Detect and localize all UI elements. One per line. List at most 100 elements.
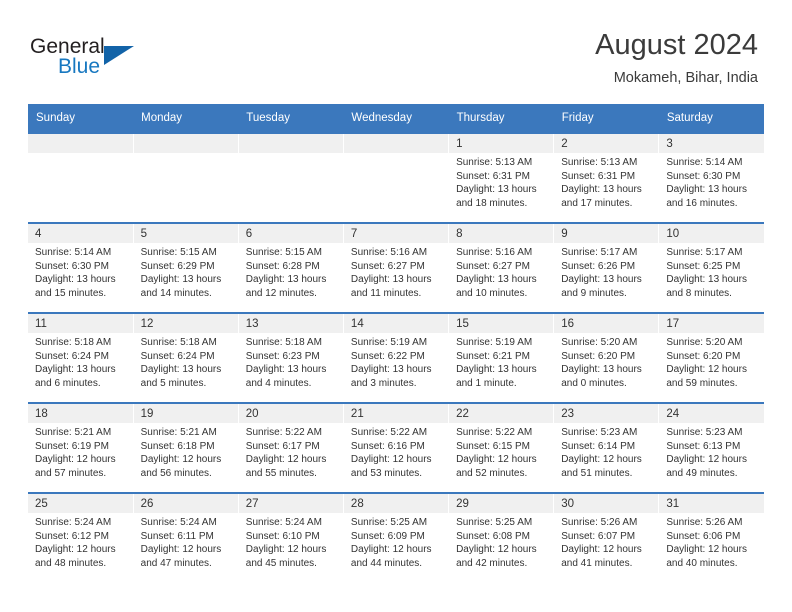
sunrise-time: Sunrise: 5:25 AM [456,517,533,528]
sunset-time: Sunset: 6:29 PM [140,260,215,272]
calendar-day-cell[interactable]: 12 Sunrise: 5:18 AM Sunset: 6:24 PM Dayligh… [133,312,239,403]
sunset-time: Sunset: 6:27 PM [350,260,425,272]
daylight-duration-line2: and 44 minutes. [350,557,423,569]
sunset-time: Sunset: 6:21 PM [456,350,530,362]
calendar-day-cell[interactable]: 9 Sunrise: 5:17 AM Sunset: 6:26 PM Daylight… [553,222,660,313]
sunrise-time: Sunrise: 5:22 AM [245,427,322,438]
sunset-time: Sunset: 6:20 PM [561,350,636,362]
day-cell-inner: 14 Sunrise: 5:19 AM Sunset: 6:22 PM Dayligh… [343,314,449,402]
calendar-day-cell[interactable]: 17 Sunrise: 5:20 AM Sunset: 6:20 PM Dayligh… [658,312,764,403]
calendar-page: General Blue August 2024 Mokameh, Bihar,… [0,0,792,612]
day-details: Sunrise: 5:22 AM Sunset: 6:17 PM Daylight:… [239,423,343,480]
day-number: 22 [449,404,554,423]
calendar-day-cell[interactable]: 15 Sunrise: 5:19 AM Sunset: 6:21 PM Dayligh… [448,312,555,403]
sunrise-time: Sunrise: 5:14 AM [35,247,112,258]
sunset-time: Sunset: 6:30 PM [35,260,109,272]
sunrise-time: Sunrise: 5:20 AM [561,337,638,348]
day-details: Sunrise: 5:23 AM Sunset: 6:13 PM Daylight:… [659,423,764,480]
calendar-day-cell[interactable]: 28 Sunrise: 5:25 AM Sunset: 6:09 PM Dayligh… [343,492,450,582]
day-cell-inner [133,134,238,222]
calendar-day-cell[interactable]: 2 Sunrise: 5:13 AM Sunset: 6:31 PM Daylight… [553,132,660,223]
daylight-duration-line2: and 41 minutes. [561,557,633,569]
daylight-duration-line2: and 11 minutes. [350,287,422,299]
day-details: Sunrise: 5:18 AM Sunset: 6:24 PM Daylight:… [134,333,238,390]
sunrise-time: Sunrise: 5:13 AM [561,157,638,168]
sunset-time: Sunset: 6:11 PM [140,530,214,542]
day-cell-inner: 11 Sunrise: 5:18 AM Sunset: 6:24 PM Dayligh… [28,314,133,402]
day-details: Sunrise: 5:16 AM Sunset: 6:27 PM Daylight:… [344,243,448,300]
daylight-duration-line1: Daylight: 13 hours [140,364,222,376]
day-details: Sunrise: 5:24 AM Sunset: 6:12 PM Daylight:… [28,513,133,570]
daylight-duration-line1: Daylight: 13 hours [666,184,747,196]
day-number: 14 [343,314,449,333]
day-number [343,134,449,153]
calendar-day-cell[interactable]: 13 Sunrise: 5:18 AM Sunset: 6:23 PM Dayligh… [238,312,344,403]
day-details: Sunrise: 5:17 AM Sunset: 6:25 PM Daylight:… [659,243,764,300]
calendar-header-row: Sunday Monday Tuesday Wednesday Thursday… [28,104,764,133]
day-details: Sunrise: 5:15 AM Sunset: 6:28 PM Daylight:… [239,243,343,300]
page-subtitle: Mokameh, Bihar, India [613,70,758,86]
daylight-duration-line2: and 56 minutes. [140,467,212,479]
calendar-day-cell[interactable]: 6 Sunrise: 5:15 AM Sunset: 6:28 PM Daylight… [238,222,344,313]
calendar-day-cell[interactable]: 11 Sunrise: 5:18 AM Sunset: 6:24 PM Dayligh… [28,312,134,403]
calendar-day-cell[interactable]: 10 Sunrise: 5:17 AM Sunset: 6:25 PM Dayligh… [658,222,764,313]
calendar-day-cell[interactable]: 19 Sunrise: 5:21 AM Sunset: 6:18 PM Dayligh… [133,402,239,493]
sunset-time: Sunset: 6:20 PM [666,350,741,362]
calendar-day-cell[interactable]: 26 Sunrise: 5:24 AM Sunset: 6:11 PM Dayligh… [133,492,239,582]
day-cell-inner: 12 Sunrise: 5:18 AM Sunset: 6:24 PM Dayligh… [133,314,238,402]
daylight-duration-line2: and 17 minutes. [561,197,633,209]
sunrise-time: Sunrise: 5:20 AM [666,337,743,348]
sunset-time: Sunset: 6:08 PM [456,530,530,542]
daylight-duration-line2: and 53 minutes. [350,467,423,479]
calendar-day-cell[interactable]: 8 Sunrise: 5:16 AM Sunset: 6:27 PM Daylight… [448,222,555,313]
calendar-day-cell[interactable]: 21 Sunrise: 5:22 AM Sunset: 6:16 PM Dayligh… [343,402,450,493]
day-cell-inner: 31 Sunrise: 5:26 AM Sunset: 6:06 PM Dayligh… [659,494,764,582]
day-details: Sunrise: 5:14 AM Sunset: 6:30 PM Daylight:… [659,153,764,210]
daylight-duration-line2: and 57 minutes. [35,467,107,479]
calendar-day-cell[interactable]: 3 Sunrise: 5:14 AM Sunset: 6:30 PM Daylight… [658,132,764,223]
day-details: Sunrise: 5:14 AM Sunset: 6:30 PM Daylight:… [28,243,133,300]
calendar-day-cell[interactable]: 5 Sunrise: 5:15 AM Sunset: 6:29 PM Daylight… [133,222,239,313]
generalblue-logo[interactable]: General Blue [30,36,150,84]
calendar-day-cell[interactable]: 7 Sunrise: 5:16 AM Sunset: 6:27 PM Daylight… [343,222,450,313]
weekday-header-saturday: Saturday [658,104,764,133]
calendar-day-cell[interactable]: 30 Sunrise: 5:26 AM Sunset: 6:07 PM Dayligh… [553,492,660,582]
day-cell-inner: 13 Sunrise: 5:18 AM Sunset: 6:23 PM Dayligh… [238,314,343,402]
calendar-empty-cell [133,132,239,223]
calendar-day-cell[interactable]: 25 Sunrise: 5:24 AM Sunset: 6:12 PM Dayligh… [28,492,134,582]
sunset-time: Sunset: 6:12 PM [35,530,109,542]
sunset-time: Sunset: 6:27 PM [456,260,530,272]
sunrise-time: Sunrise: 5:22 AM [350,427,428,438]
day-number: 28 [343,494,449,513]
calendar-day-cell[interactable]: 18 Sunrise: 5:21 AM Sunset: 6:19 PM Dayligh… [28,402,134,493]
daylight-duration-line1: Daylight: 13 hours [350,364,432,376]
calendar-day-cell[interactable]: 16 Sunrise: 5:20 AM Sunset: 6:20 PM Dayligh… [553,312,660,403]
day-number: 4 [28,224,133,243]
calendar-day-cell[interactable]: 22 Sunrise: 5:22 AM Sunset: 6:15 PM Dayligh… [448,402,555,493]
daylight-duration-line2: and 3 minutes. [350,377,417,389]
day-number: 17 [659,314,764,333]
calendar-day-cell[interactable]: 31 Sunrise: 5:26 AM Sunset: 6:06 PM Dayligh… [658,492,764,582]
day-number: 31 [659,494,764,513]
sunset-time: Sunset: 6:28 PM [245,260,320,272]
sunrise-time: Sunrise: 5:17 AM [561,247,638,258]
daylight-duration-line2: and 0 minutes. [561,377,627,389]
daylight-duration-line2: and 18 minutes. [456,197,528,209]
calendar-day-cell[interactable]: 29 Sunrise: 5:25 AM Sunset: 6:08 PM Dayligh… [448,492,555,582]
calendar-day-cell[interactable]: 24 Sunrise: 5:23 AM Sunset: 6:13 PM Dayligh… [658,402,764,493]
calendar-day-cell[interactable]: 27 Sunrise: 5:24 AM Sunset: 6:10 PM Dayligh… [238,492,344,582]
calendar-day-cell[interactable]: 14 Sunrise: 5:19 AM Sunset: 6:22 PM Dayligh… [343,312,450,403]
day-details: Sunrise: 5:16 AM Sunset: 6:27 PM Daylight:… [449,243,553,300]
weekday-header-tuesday: Tuesday [238,104,344,133]
calendar-day-cell[interactable]: 23 Sunrise: 5:23 AM Sunset: 6:14 PM Dayligh… [553,402,660,493]
daylight-duration-line1: Daylight: 13 hours [35,364,116,376]
day-cell-inner: 6 Sunrise: 5:15 AM Sunset: 6:28 PM Daylight… [238,224,343,312]
day-details: Sunrise: 5:13 AM Sunset: 6:31 PM Daylight:… [449,153,553,210]
day-number: 23 [554,404,659,423]
calendar-day-cell[interactable]: 1 Sunrise: 5:13 AM Sunset: 6:31 PM Daylight… [448,132,555,223]
calendar-day-cell[interactable]: 20 Sunrise: 5:22 AM Sunset: 6:17 PM Dayligh… [238,402,344,493]
daylight-duration-line1: Daylight: 12 hours [140,544,222,556]
calendar-day-cell[interactable]: 4 Sunrise: 5:14 AM Sunset: 6:30 PM Daylight… [28,222,134,313]
sunrise-time: Sunrise: 5:23 AM [561,427,638,438]
sunset-time: Sunset: 6:18 PM [140,440,215,452]
